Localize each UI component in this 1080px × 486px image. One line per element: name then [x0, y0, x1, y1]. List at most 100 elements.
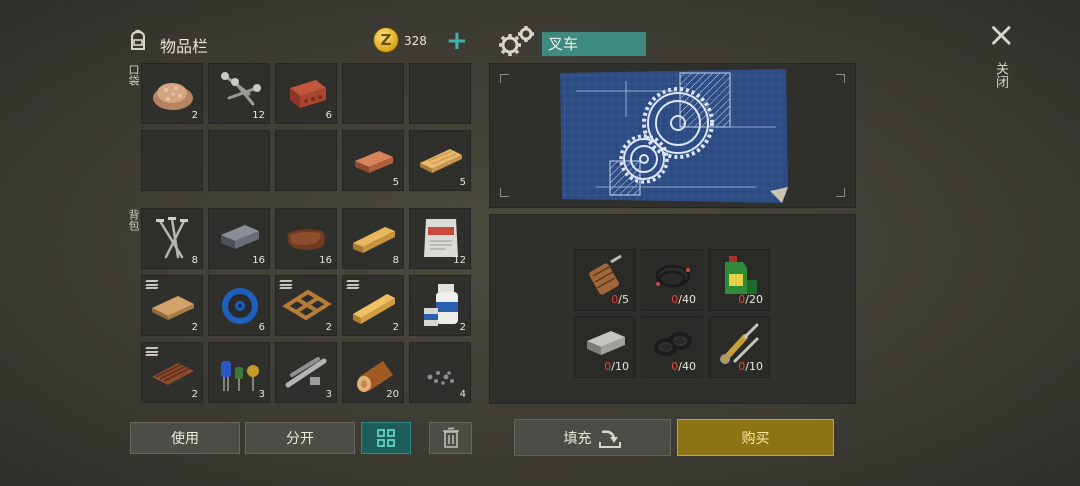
frame-corner [836, 188, 845, 197]
blueprint-panel [489, 63, 856, 208]
inventory-slot[interactable] [409, 63, 471, 124]
inventory-slot[interactable]: 3 [208, 342, 270, 403]
wood-beam-icon [353, 294, 395, 324]
requirement-need: /40 [678, 293, 696, 306]
item-qty: 2 [191, 389, 198, 400]
wood-plank-icon [420, 149, 462, 173]
inventory-slot[interactable] [208, 130, 270, 191]
requirement-need: /40 [678, 360, 696, 373]
inventory-slot[interactable]: 2 [141, 63, 203, 124]
inventory-slot[interactable]: 2 [141, 342, 203, 403]
backpack-label: 背包 [127, 209, 140, 231]
requirement-qty: 0/40 [671, 360, 696, 373]
requirement-slot[interactable]: 0/20 [708, 249, 770, 311]
frame-corner [500, 74, 509, 83]
electronic-parts-icon [221, 361, 259, 391]
use-button[interactable]: 使用 [130, 422, 240, 454]
blueprint-image [560, 69, 788, 203]
split-button[interactable]: 分开 [245, 422, 355, 454]
item-qty: 2 [191, 322, 198, 333]
frame-corner [836, 74, 845, 83]
nails-icon [156, 217, 188, 259]
pocket-label: 口袋 [127, 64, 140, 86]
item-qty: 6 [258, 322, 265, 333]
inventory-slot[interactable]: 16 [208, 208, 270, 269]
iron-bar-icon [221, 225, 259, 249]
inventory-slot[interactable]: 2 [141, 275, 203, 336]
add-coins-button[interactable]: + [446, 28, 468, 54]
requirement-slot[interactable]: 0/40 [641, 249, 703, 311]
buy-button[interactable]: 购买 [677, 419, 834, 456]
item-qty: 16 [319, 255, 332, 266]
plank-icon [353, 227, 395, 253]
inventory-slot[interactable]: 2 [409, 275, 471, 336]
item-qty: 5 [392, 177, 399, 188]
trash-icon [442, 427, 459, 448]
inventory-slot[interactable]: 20 [342, 342, 404, 403]
inventory-slot[interactable]: 16 [275, 208, 337, 269]
plywood-icon [152, 296, 194, 320]
backpack-icon [126, 28, 150, 56]
inventory-slot[interactable] [275, 130, 337, 191]
inventory-slot[interactable]: 2 [275, 275, 337, 336]
wire-spool-icon [222, 288, 258, 324]
requirement-slot[interactable]: 0/10 [574, 316, 636, 378]
inventory-slot[interactable]: 2 [342, 275, 404, 336]
requirement-need: /20 [745, 293, 763, 306]
wooden-frame-icon [282, 289, 332, 321]
leather-icon [287, 229, 325, 250]
inventory-slot[interactable]: 6 [208, 275, 270, 336]
requirement-slot[interactable]: 0/40 [641, 316, 703, 378]
close-label[interactable]: 关闭 [991, 62, 1010, 88]
item-qty: 2 [392, 322, 399, 333]
requirement-slot[interactable]: 0/5 [574, 249, 636, 311]
brick-icon [290, 80, 326, 108]
sort-grid-button[interactable] [361, 422, 411, 454]
close-icon[interactable]: × [987, 18, 1016, 52]
item-qty: 20 [386, 389, 399, 400]
inventory-slot[interactable]: 5 [342, 130, 404, 191]
screws-icon [221, 72, 261, 106]
inventory-slot[interactable]: 6 [275, 63, 337, 124]
fill-arrow-icon [598, 429, 621, 448]
coin-icon: Z [373, 27, 399, 53]
coin-count: 328 [404, 34, 427, 48]
inventory-slot[interactable]: 3 [275, 342, 337, 403]
fill-button[interactable]: 填充 [514, 419, 671, 456]
inventory-slot[interactable]: 4 [409, 342, 471, 403]
inventory-slot[interactable] [141, 130, 203, 191]
requirement-need: /10 [611, 360, 629, 373]
inventory-title: 物品栏 [160, 37, 209, 56]
craft-item-name: 叉车 [542, 32, 646, 56]
requirement-need: /10 [745, 360, 763, 373]
requirement-qty: 0/10 [604, 360, 629, 373]
copper-bar-icon [355, 151, 393, 173]
inventory-slot[interactable]: 8 [141, 208, 203, 269]
inventory-slot[interactable]: 12 [208, 63, 270, 124]
metal-pipes-icon [285, 357, 327, 388]
item-qty: 4 [459, 389, 466, 400]
requirement-qty: 0/20 [738, 293, 763, 306]
frame-corner [500, 188, 509, 197]
cement-sack-icon [424, 219, 458, 257]
requirements-panel: 0/5 0/40 0/20 0/10 0/40 0/10 [489, 214, 856, 404]
trash-button[interactable] [429, 422, 472, 454]
inventory-slot[interactable] [342, 63, 404, 124]
inventory-slot[interactable]: 5 [409, 130, 471, 191]
requirement-slot[interactable]: 0/10 [708, 316, 770, 378]
item-qty: 3 [325, 389, 332, 400]
inventory-slot[interactable]: 12 [409, 208, 471, 269]
inventory-slot[interactable]: 8 [342, 208, 404, 269]
requirement-qty: 0/5 [611, 293, 629, 306]
item-qty: 8 [392, 255, 399, 266]
requirement-qty: 0/10 [738, 360, 763, 373]
item-qty: 8 [191, 255, 198, 266]
gravel-icon [421, 369, 461, 389]
sawdust-icon [153, 83, 193, 110]
fill-label: 填充 [563, 430, 592, 447]
requirement-qty: 0/40 [671, 293, 696, 306]
item-qty: 12 [453, 255, 466, 266]
item-qty: 12 [252, 110, 265, 121]
item-qty: 2 [459, 322, 466, 333]
item-qty: 2 [325, 322, 332, 333]
